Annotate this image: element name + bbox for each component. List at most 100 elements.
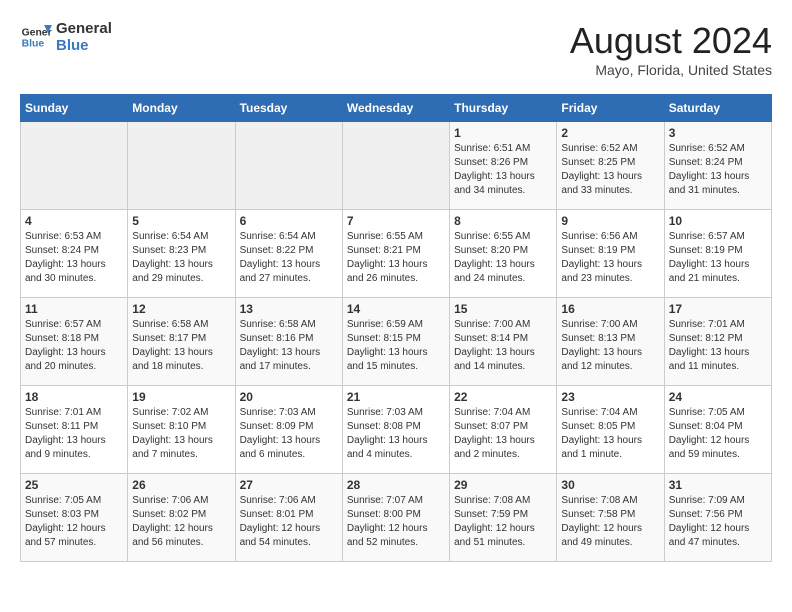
day-number: 20 xyxy=(240,390,338,404)
calendar-table: SundayMondayTuesdayWednesdayThursdayFrid… xyxy=(20,94,772,562)
day-number: 26 xyxy=(132,478,230,492)
calendar-cell: 5 Sunrise: 6:54 AM Sunset: 8:23 PM Daylig… xyxy=(128,210,235,298)
weekday-header-row: SundayMondayTuesdayWednesdayThursdayFrid… xyxy=(21,95,772,122)
day-number: 22 xyxy=(454,390,552,404)
day-info: Sunrise: 6:54 AM Sunset: 8:22 PM Dayligh… xyxy=(240,230,338,286)
week-row-5: 25 Sunrise: 7:05 AM Sunset: 8:03 PM Dayli… xyxy=(21,474,772,562)
day-number: 18 xyxy=(25,390,123,404)
svg-text:Blue: Blue xyxy=(22,39,45,50)
day-info: Sunrise: 7:08 AM Sunset: 7:59 PM Dayligh… xyxy=(454,494,552,550)
day-number: 5 xyxy=(132,214,230,228)
day-number: 15 xyxy=(454,302,552,316)
week-row-4: 18 Sunrise: 7:01 AM Sunset: 8:11 PM Dayli… xyxy=(21,386,772,474)
day-number: 9 xyxy=(561,214,659,228)
day-info: Sunrise: 6:58 AM Sunset: 8:17 PM Dayligh… xyxy=(132,318,230,374)
calendar-cell: 6 Sunrise: 6:54 AM Sunset: 8:22 PM Daylig… xyxy=(235,210,342,298)
calendar-cell: 18 Sunrise: 7:01 AM Sunset: 8:11 PM Dayli… xyxy=(21,386,128,474)
weekday-header-thursday: Thursday xyxy=(450,95,557,122)
weekday-header-tuesday: Tuesday xyxy=(235,95,342,122)
day-info: Sunrise: 7:05 AM Sunset: 8:04 PM Dayligh… xyxy=(669,406,767,462)
weekday-header-friday: Friday xyxy=(557,95,664,122)
day-info: Sunrise: 6:57 AM Sunset: 8:18 PM Dayligh… xyxy=(25,318,123,374)
calendar-cell: 21 Sunrise: 7:03 AM Sunset: 8:08 PM Dayli… xyxy=(342,386,449,474)
day-info: Sunrise: 7:00 AM Sunset: 8:14 PM Dayligh… xyxy=(454,318,552,374)
day-number: 7 xyxy=(347,214,445,228)
day-info: Sunrise: 6:55 AM Sunset: 8:20 PM Dayligh… xyxy=(454,230,552,286)
logo-icon: General Blue xyxy=(20,21,52,53)
calendar-cell: 12 Sunrise: 6:58 AM Sunset: 8:17 PM Dayli… xyxy=(128,298,235,386)
day-info: Sunrise: 7:01 AM Sunset: 8:11 PM Dayligh… xyxy=(25,406,123,462)
day-number: 25 xyxy=(25,478,123,492)
day-info: Sunrise: 6:57 AM Sunset: 8:19 PM Dayligh… xyxy=(669,230,767,286)
day-info: Sunrise: 6:58 AM Sunset: 8:16 PM Dayligh… xyxy=(240,318,338,374)
calendar-cell: 22 Sunrise: 7:04 AM Sunset: 8:07 PM Dayli… xyxy=(450,386,557,474)
day-info: Sunrise: 7:01 AM Sunset: 8:12 PM Dayligh… xyxy=(669,318,767,374)
calendar-cell xyxy=(235,122,342,210)
logo-general: General xyxy=(56,20,112,37)
weekday-header-saturday: Saturday xyxy=(664,95,771,122)
week-row-2: 4Sunrise: 6:53 AM Sunset: 8:24 PM Daylig… xyxy=(21,210,772,298)
calendar-cell: 30 Sunrise: 7:08 AM Sunset: 7:58 PM Dayli… xyxy=(557,474,664,562)
day-number: 30 xyxy=(561,478,659,492)
day-info: Sunrise: 7:00 AM Sunset: 8:13 PM Dayligh… xyxy=(561,318,659,374)
day-info: Sunrise: 7:05 AM Sunset: 8:03 PM Dayligh… xyxy=(25,494,123,550)
calendar-cell: 16 Sunrise: 7:00 AM Sunset: 8:13 PM Dayli… xyxy=(557,298,664,386)
day-number: 29 xyxy=(454,478,552,492)
day-info: Sunrise: 6:54 AM Sunset: 8:23 PM Dayligh… xyxy=(132,230,230,286)
calendar-cell: 28Sunrise: 7:07 AM Sunset: 8:00 PM Dayli… xyxy=(342,474,449,562)
calendar-cell: 11 Sunrise: 6:57 AM Sunset: 8:18 PM Dayli… xyxy=(21,298,128,386)
day-number: 3 xyxy=(669,126,767,140)
calendar-cell xyxy=(342,122,449,210)
day-info: Sunrise: 7:03 AM Sunset: 8:09 PM Dayligh… xyxy=(240,406,338,462)
day-number: 16 xyxy=(561,302,659,316)
calendar-cell: 31Sunrise: 7:09 AM Sunset: 7:56 PM Dayli… xyxy=(664,474,771,562)
day-info: Sunrise: 7:03 AM Sunset: 8:08 PM Dayligh… xyxy=(347,406,445,462)
logo: General Blue General Blue xyxy=(20,20,112,54)
location-subtitle: Mayo, Florida, United States xyxy=(570,62,772,78)
calendar-cell: 10 Sunrise: 6:57 AM Sunset: 8:19 PM Dayli… xyxy=(664,210,771,298)
day-info: Sunrise: 7:08 AM Sunset: 7:58 PM Dayligh… xyxy=(561,494,659,550)
day-info: Sunrise: 6:52 AM Sunset: 8:24 PM Dayligh… xyxy=(669,142,767,198)
title-block: August 2024 Mayo, Florida, United States xyxy=(570,20,772,78)
calendar-cell: 20 Sunrise: 7:03 AM Sunset: 8:09 PM Dayli… xyxy=(235,386,342,474)
day-number: 19 xyxy=(132,390,230,404)
day-number: 6 xyxy=(240,214,338,228)
day-number: 28 xyxy=(347,478,445,492)
calendar-cell: 24Sunrise: 7:05 AM Sunset: 8:04 PM Dayli… xyxy=(664,386,771,474)
day-number: 27 xyxy=(240,478,338,492)
day-info: Sunrise: 6:59 AM Sunset: 8:15 PM Dayligh… xyxy=(347,318,445,374)
day-number: 10 xyxy=(669,214,767,228)
calendar-cell: 1Sunrise: 6:51 AM Sunset: 8:26 PM Daylig… xyxy=(450,122,557,210)
calendar-cell: 9Sunrise: 6:56 AM Sunset: 8:19 PM Daylig… xyxy=(557,210,664,298)
calendar-cell: 8 Sunrise: 6:55 AM Sunset: 8:20 PM Daylig… xyxy=(450,210,557,298)
day-number: 31 xyxy=(669,478,767,492)
calendar-cell: 4Sunrise: 6:53 AM Sunset: 8:24 PM Daylig… xyxy=(21,210,128,298)
calendar-cell: 26 Sunrise: 7:06 AM Sunset: 8:02 PM Dayli… xyxy=(128,474,235,562)
day-number: 11 xyxy=(25,302,123,316)
calendar-cell: 3 Sunrise: 6:52 AM Sunset: 8:24 PM Daylig… xyxy=(664,122,771,210)
week-row-3: 11 Sunrise: 6:57 AM Sunset: 8:18 PM Dayli… xyxy=(21,298,772,386)
page-header: General Blue General Blue August 2024 Ma… xyxy=(20,20,772,78)
calendar-cell: 7Sunrise: 6:55 AM Sunset: 8:21 PM Daylig… xyxy=(342,210,449,298)
calendar-cell xyxy=(21,122,128,210)
month-year-title: August 2024 xyxy=(570,20,772,62)
day-info: Sunrise: 7:06 AM Sunset: 8:02 PM Dayligh… xyxy=(132,494,230,550)
day-info: Sunrise: 6:51 AM Sunset: 8:26 PM Dayligh… xyxy=(454,142,552,198)
day-number: 12 xyxy=(132,302,230,316)
day-number: 21 xyxy=(347,390,445,404)
weekday-header-sunday: Sunday xyxy=(21,95,128,122)
calendar-cell: 15 Sunrise: 7:00 AM Sunset: 8:14 PM Dayli… xyxy=(450,298,557,386)
weekday-header-wednesday: Wednesday xyxy=(342,95,449,122)
day-info: Sunrise: 7:04 AM Sunset: 8:07 PM Dayligh… xyxy=(454,406,552,462)
calendar-cell: 27Sunrise: 7:06 AM Sunset: 8:01 PM Dayli… xyxy=(235,474,342,562)
logo-blue: Blue xyxy=(56,37,112,54)
day-number: 8 xyxy=(454,214,552,228)
day-number: 14 xyxy=(347,302,445,316)
weekday-header-monday: Monday xyxy=(128,95,235,122)
day-info: Sunrise: 7:04 AM Sunset: 8:05 PM Dayligh… xyxy=(561,406,659,462)
week-row-1: 1Sunrise: 6:51 AM Sunset: 8:26 PM Daylig… xyxy=(21,122,772,210)
day-info: Sunrise: 6:52 AM Sunset: 8:25 PM Dayligh… xyxy=(561,142,659,198)
calendar-cell: 25 Sunrise: 7:05 AM Sunset: 8:03 PM Dayli… xyxy=(21,474,128,562)
calendar-cell: 2Sunrise: 6:52 AM Sunset: 8:25 PM Daylig… xyxy=(557,122,664,210)
day-number: 4 xyxy=(25,214,123,228)
